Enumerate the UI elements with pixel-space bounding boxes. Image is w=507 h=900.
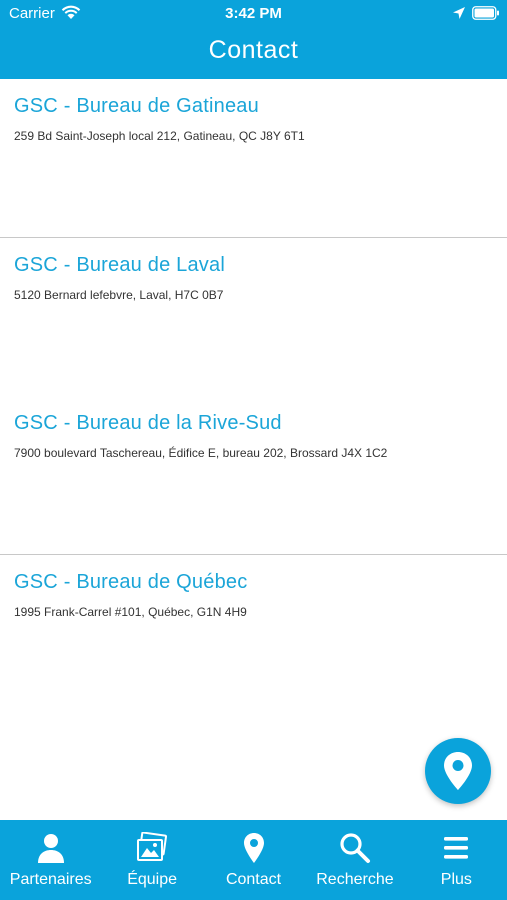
- office-name[interactable]: GSC - Bureau de Gatineau: [14, 95, 259, 118]
- page-title: Contact: [208, 36, 299, 64]
- location-arrow-icon: [453, 7, 465, 19]
- office-address: 259 Bd Saint-Joseph local 212, Gatineau,…: [14, 129, 305, 143]
- search-icon: [340, 833, 370, 863]
- map-button[interactable]: [425, 738, 491, 804]
- office-address: 7900 boulevard Taschereau, Édifice E, bu…: [14, 446, 388, 460]
- battery-icon: [472, 6, 499, 20]
- office-address: 1995 Frank-Carrel #101, Québec, G1N 4H9: [14, 605, 247, 619]
- tab-label: Équipe: [127, 871, 178, 888]
- tab-label: Recherche: [316, 871, 394, 888]
- office-name[interactable]: GSC - Bureau de la Rive-Sud: [14, 412, 282, 435]
- office-name[interactable]: GSC - Bureau de Québec: [14, 571, 247, 594]
- status-bar: Carrier 3:42 PM: [0, 0, 507, 28]
- tab-label: Plus: [440, 871, 472, 888]
- tab-label: Contact: [225, 871, 282, 888]
- app-header: Carrier 3:42 PM Contact: [0, 0, 507, 79]
- tab-bar: Partenaires Équipe Contact Recherche Plu…: [0, 820, 507, 900]
- office-card-rive-sud[interactable]: GSC - Bureau de la Rive-Sud 7900 bouleva…: [0, 396, 507, 555]
- menu-icon: [444, 837, 469, 859]
- office-card-quebec[interactable]: GSC - Bureau de Québec 1995 Frank-Carrel…: [0, 555, 507, 714]
- person-icon: [37, 834, 64, 863]
- office-list: GSC - Bureau de Gatineau 259 Bd Saint-Jo…: [0, 79, 507, 820]
- office-address: 5120 Bernard lefebvre, Laval, H7C 0B7: [14, 288, 224, 302]
- tab-partenaires[interactable]: Partenaires: [0, 820, 101, 900]
- map-pin-icon: [243, 833, 264, 863]
- tab-recherche[interactable]: Recherche: [304, 820, 405, 900]
- tab-label: Partenaires: [9, 871, 92, 888]
- status-time: 3:42 PM: [225, 5, 282, 22]
- map-pin-icon: [444, 752, 472, 790]
- office-card-laval[interactable]: GSC - Bureau de Laval 5120 Bernard lefeb…: [0, 238, 507, 397]
- photos-icon: [137, 832, 168, 861]
- office-card-gatineau[interactable]: GSC - Bureau de Gatineau 259 Bd Saint-Jo…: [0, 79, 507, 238]
- tab-equipe[interactable]: Équipe: [101, 820, 202, 900]
- tab-contact[interactable]: Contact: [203, 820, 304, 900]
- tab-plus[interactable]: Plus: [406, 820, 507, 900]
- office-name[interactable]: GSC - Bureau de Laval: [14, 254, 225, 277]
